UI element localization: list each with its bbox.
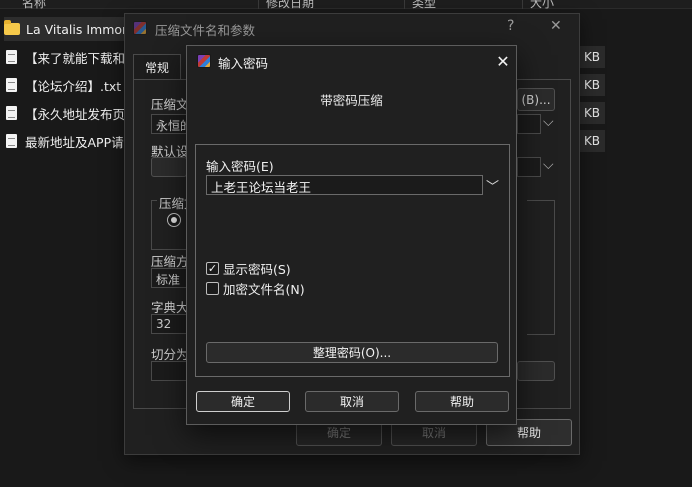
dictionary-size-select[interactable]: 32	[151, 314, 191, 334]
column-header-type[interactable]: 类型	[412, 0, 436, 11]
file-list-item[interactable]: 最新地址及APP请	[4, 129, 134, 153]
radio-button[interactable]	[167, 213, 181, 227]
document-icon	[6, 50, 17, 64]
compression-method-select[interactable]: 标准	[151, 268, 191, 288]
ok-button[interactable]: 确定	[196, 391, 290, 412]
archive-name-input[interactable]: 永恒的	[151, 114, 191, 134]
file-list-item[interactable]: 【永久地址发布页	[4, 101, 134, 125]
show-password-checkbox[interactable]: ✓ 显示密码(S)	[206, 259, 291, 278]
folder-icon	[4, 20, 20, 35]
file-size: KB	[579, 74, 605, 96]
file-size: KB	[579, 102, 605, 124]
checkbox-box[interactable]	[206, 282, 219, 295]
file-size: KB	[579, 46, 605, 68]
cancel-button[interactable]: 取消	[305, 391, 399, 412]
column-divider[interactable]	[404, 0, 405, 9]
show-password-label: 显示密码(S)	[223, 262, 291, 277]
file-name: La Vitalis Immortal	[26, 21, 134, 37]
enter-password-label: 输入密码(E)	[206, 159, 274, 174]
column-divider[interactable]	[522, 0, 523, 9]
password-input[interactable]: 上老王论坛当老王	[206, 175, 483, 195]
help-icon[interactable]: ?	[507, 18, 514, 34]
close-icon[interactable]: ✕	[492, 50, 514, 72]
column-divider[interactable]	[258, 0, 259, 9]
archive-name-input-tail[interactable]	[517, 114, 541, 134]
chevron-down-icon[interactable]: ⌵	[543, 157, 554, 173]
document-icon	[6, 134, 17, 148]
file-name: 【永久地址发布页	[25, 106, 126, 122]
file-name: 最新地址及APP请	[25, 134, 124, 150]
update-mode-select[interactable]	[517, 157, 541, 177]
file-name: 【论坛介绍】.txt	[25, 78, 122, 94]
set-password-button[interactable]	[517, 361, 555, 381]
file-size: KB	[579, 130, 605, 152]
dialog-title: 压缩文件名和参数	[155, 23, 256, 38]
help-button[interactable]: 帮助	[415, 391, 509, 412]
options-group	[527, 200, 555, 335]
password-group: 输入密码(E) 上老王论坛当老王 ﹀ ✓ 显示密码(S) 加密文件名(N) 整理…	[195, 144, 510, 377]
winrar-icon	[197, 54, 211, 68]
split-volumes-input[interactable]	[151, 361, 191, 381]
winrar-icon	[133, 21, 147, 35]
file-list-item[interactable]: 【论坛介绍】.txt	[4, 73, 134, 97]
browse-button[interactable]: (B)...	[517, 88, 555, 111]
encrypt-file-names-checkbox[interactable]: 加密文件名(N)	[206, 279, 305, 298]
document-icon	[6, 106, 17, 120]
enter-password-dialog: 输入密码 ✕ 带密码压缩 输入密码(E) 上老王论坛当老王 ﹀ ✓ 显示密码(S…	[186, 45, 517, 425]
column-header-row: 名称 修改日期 类型 大小	[0, 0, 692, 11]
chevron-down-icon[interactable]: ﹀	[486, 176, 499, 195]
archive-name-label: 压缩文	[151, 97, 189, 112]
file-name: 【来了就能下载和	[25, 50, 126, 66]
encrypt-file-names-label: 加密文件名(N)	[223, 282, 305, 297]
dialog-title: 输入密码	[218, 56, 269, 71]
tab-label: 常规	[144, 61, 169, 75]
file-list-item[interactable]: La Vitalis Immortal	[4, 17, 134, 41]
organize-passwords-button[interactable]: 整理密码(O)...	[206, 342, 498, 363]
file-list-item[interactable]: 【来了就能下载和	[4, 45, 134, 69]
dialog-heading: 带密码压缩	[320, 93, 383, 108]
checkmark-icon: ✓	[207, 262, 218, 275]
radio-dot	[171, 217, 177, 223]
profiles-button[interactable]	[151, 157, 187, 177]
chevron-down-icon[interactable]: ⌵	[543, 114, 554, 130]
checkbox-box[interactable]: ✓	[206, 262, 219, 275]
tab-general[interactable]: 常规	[133, 54, 181, 80]
column-header-date[interactable]: 修改日期	[266, 0, 314, 11]
close-icon[interactable]: ✕	[550, 18, 562, 34]
dialog-titlebar[interactable]: 输入密码 ✕	[187, 46, 516, 76]
column-header-name[interactable]: 名称	[22, 0, 46, 11]
column-header-size[interactable]: 大小	[530, 0, 554, 11]
document-icon	[6, 78, 17, 92]
